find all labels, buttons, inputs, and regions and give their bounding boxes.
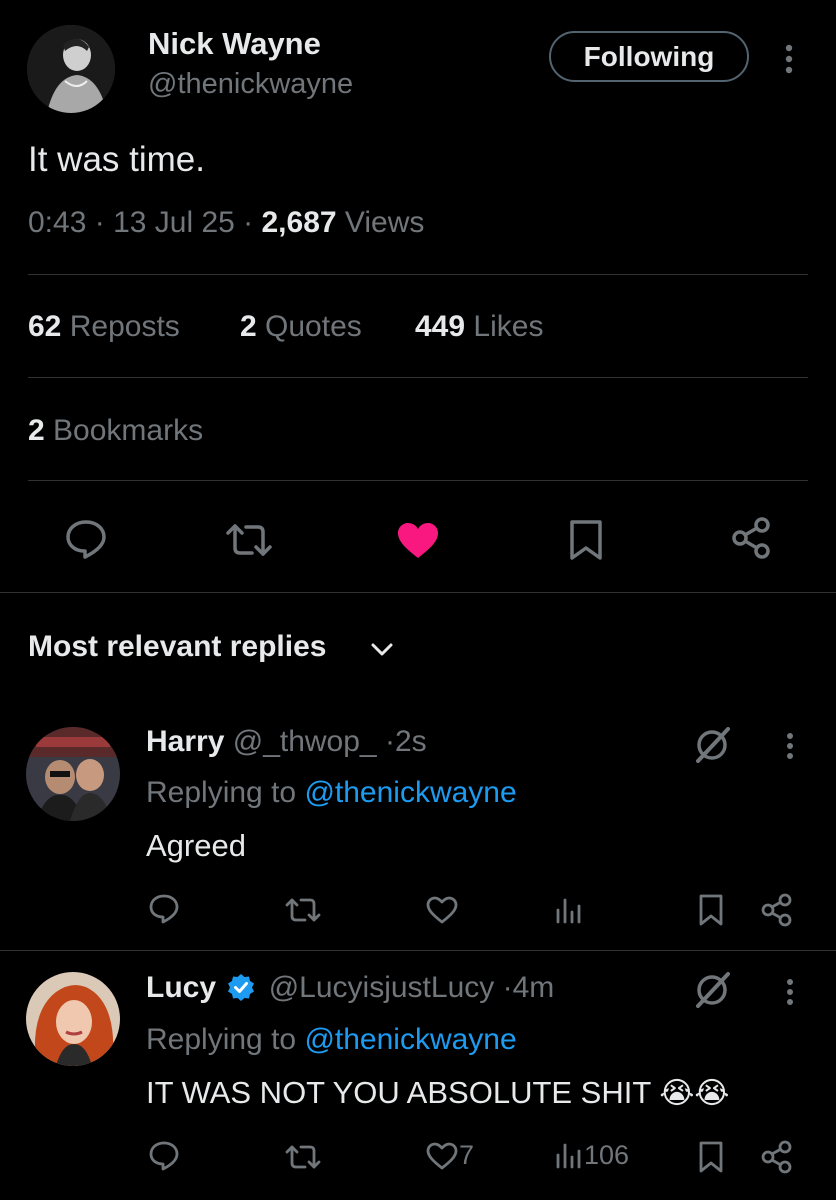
reply-icon[interactable] (147, 893, 181, 925)
like-icon[interactable] (425, 895, 459, 925)
divider (0, 592, 836, 593)
bookmarks-count: 2 (28, 414, 45, 447)
reply-text: Agreed (146, 828, 246, 863)
reposts-label: Reposts (69, 310, 180, 343)
quotes-stat[interactable]: 2 Quotes (240, 310, 362, 344)
replies-sort-dropdown[interactable]: Most relevant replies (28, 630, 326, 664)
reply-avatar[interactable] (26, 972, 120, 1066)
divider (28, 274, 808, 275)
replying-to-prefix: Replying to (146, 1023, 297, 1056)
repost-icon[interactable] (283, 895, 323, 925)
replying-to-prefix: Replying to (146, 776, 297, 809)
replying-to-handle[interactable]: @thenickwayne (304, 1023, 516, 1056)
bookmarks-label: Bookmarks (53, 414, 204, 447)
divider (28, 377, 808, 378)
reply-like-action[interactable]: 7 (425, 1140, 474, 1171)
author-avatar-image (27, 25, 115, 113)
chevron-down-icon[interactable] (369, 640, 395, 660)
grok-icon[interactable] (690, 968, 734, 1012)
more-options-icon[interactable] (780, 42, 798, 76)
reposts-count: 62 (28, 310, 62, 343)
author-handle[interactable]: @thenickwayne (148, 68, 353, 101)
reply-time[interactable]: 2s (395, 725, 427, 758)
tweet-date[interactable]: 13 Jul 25 (113, 206, 235, 239)
verified-badge-icon (228, 974, 255, 1001)
tweet-time[interactable]: 0:43 (28, 206, 86, 239)
share-icon[interactable] (759, 892, 795, 928)
reply-icon[interactable] (147, 1140, 181, 1172)
divider (0, 950, 836, 951)
bookmark-icon[interactable] (566, 518, 606, 562)
likes-count: 449 (415, 310, 466, 343)
more-options-icon[interactable] (782, 731, 798, 761)
likes-stat[interactable]: 449 Likes (415, 310, 543, 344)
share-icon[interactable] (759, 1139, 795, 1175)
reply-views-action[interactable]: 106 (554, 1140, 629, 1171)
likes-label: Likes (473, 310, 544, 343)
reply-author-handle[interactable]: @_thwop_ (233, 725, 377, 758)
reply-header: Lucy @LucyisjustLucy ·4m (146, 971, 555, 1004)
like-icon (426, 1142, 458, 1169)
reply-avatar[interactable] (26, 727, 120, 821)
share-icon[interactable] (729, 516, 775, 560)
tweet-meta: 0:43 · 13 Jul 25 · 2,687 Views (28, 206, 425, 239)
reposts-stat[interactable]: 62 Reposts (28, 310, 180, 344)
loudly-crying-emoji: 😭😭 (659, 1077, 730, 1110)
reply-icon[interactable] (63, 518, 109, 560)
quotes-label: Quotes (265, 310, 362, 343)
grok-icon[interactable] (690, 723, 734, 767)
reply-author-name[interactable]: Harry (146, 725, 224, 758)
author-avatar[interactable] (27, 25, 115, 113)
replying-to-handle[interactable]: @thenickwayne (304, 776, 516, 809)
views-count: 2,687 (261, 206, 337, 239)
author-name[interactable]: Nick Wayne (148, 26, 321, 62)
views-label: Views (344, 206, 425, 239)
bookmarks-stat[interactable]: 2 Bookmarks (28, 414, 203, 448)
replying-to: Replying to @thenickwayne (146, 776, 517, 810)
replying-to: Replying to @thenickwayne (146, 1023, 517, 1057)
reply-time[interactable]: 4m (513, 971, 555, 1004)
divider (28, 480, 808, 481)
reply-text-line: IT WAS NOT YOU ABSOLUTE SHIT 😭😭 (146, 1075, 729, 1111)
following-button[interactable]: Following (549, 31, 749, 82)
reply-author-handle[interactable]: @LucyisjustLucy (269, 971, 495, 1004)
reply-text: IT WAS NOT YOU ABSOLUTE SHIT (146, 1075, 651, 1110)
bookmark-icon[interactable] (696, 1140, 726, 1174)
reply-avatar-image (26, 727, 120, 821)
like-filled-icon[interactable] (395, 520, 441, 560)
reply-like-count: 7 (459, 1140, 475, 1170)
following-button-label: Following (583, 40, 715, 72)
views-icon (556, 1143, 581, 1168)
repost-icon[interactable] (283, 1142, 323, 1172)
repost-icon[interactable] (222, 520, 276, 560)
tweet-text: It was time. (28, 140, 205, 179)
reply-avatar-image (26, 972, 120, 1066)
reply-author-name[interactable]: Lucy (146, 971, 216, 1004)
views-icon[interactable] (554, 896, 582, 926)
quotes-count: 2 (240, 310, 257, 343)
more-options-icon[interactable] (782, 977, 798, 1007)
reply-view-count: 106 (584, 1140, 630, 1170)
reply-header: Harry @_thwop_ ·2s (146, 725, 427, 758)
replies-header: Most relevant replies (28, 630, 327, 663)
bookmark-icon[interactable] (696, 893, 726, 927)
